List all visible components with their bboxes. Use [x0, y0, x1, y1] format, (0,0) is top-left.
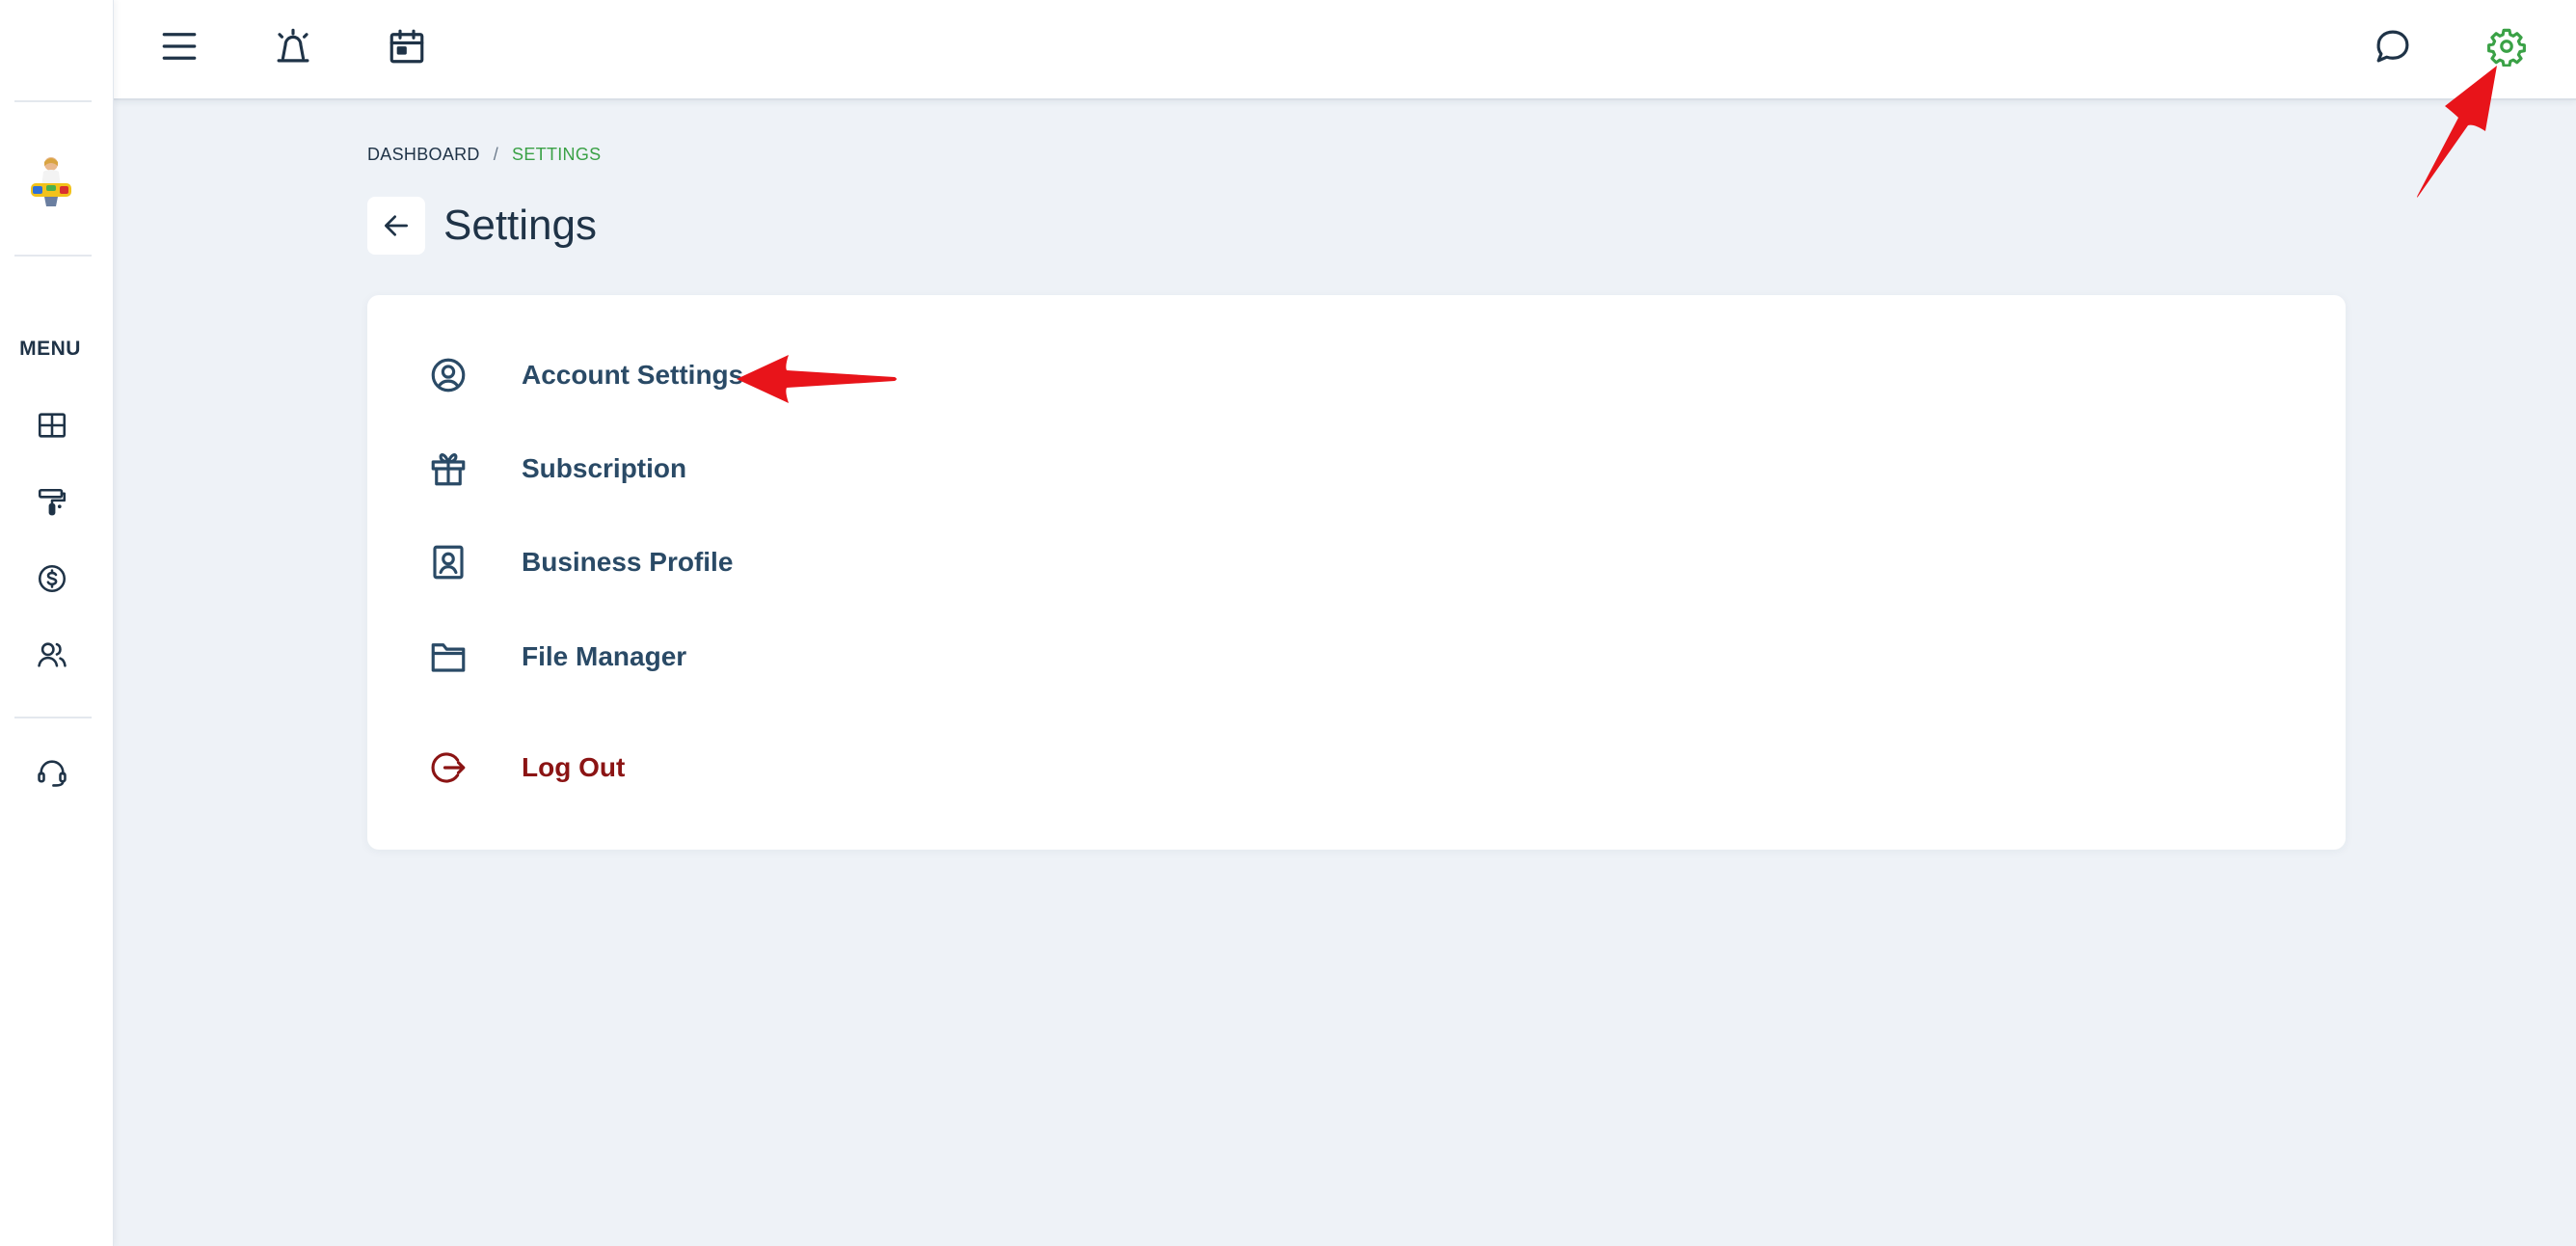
users-icon[interactable]	[33, 636, 71, 674]
business-profile-item[interactable]: Business Profile	[425, 535, 1004, 589]
sidebar: MENU	[0, 0, 114, 1246]
logout-item[interactable]: Log Out	[425, 741, 1004, 795]
logout-label: Log Out	[522, 752, 626, 782]
account-settings-item[interactable]: Account Settings	[425, 348, 1004, 402]
breadcrumb: DASHBOARD / SETTINGS	[367, 145, 601, 165]
sidebar-divider	[14, 100, 92, 102]
page-title: Settings	[443, 202, 597, 249]
breadcrumb-settings: SETTINGS	[512, 145, 602, 164]
dashboard-icon[interactable]	[33, 406, 71, 445]
user-circle-icon	[425, 352, 471, 398]
paint-roller-icon[interactable]	[33, 483, 71, 522]
sidebar-menu-label: MENU	[19, 338, 81, 360]
file-manager-label: File Manager	[522, 641, 687, 671]
back-button[interactable]	[367, 197, 425, 255]
folder-icon	[425, 634, 471, 680]
dollar-circle-icon[interactable]	[33, 559, 71, 598]
subscription-item[interactable]: Subscription	[425, 442, 1004, 496]
headset-icon[interactable]	[33, 753, 71, 792]
account-settings-label: Account Settings	[522, 360, 744, 390]
avatar[interactable]	[27, 154, 75, 208]
breadcrumb-separator: /	[493, 145, 499, 164]
settings-gear-icon[interactable]	[2483, 23, 2530, 69]
arrow-left-icon	[385, 215, 408, 236]
gift-icon	[425, 446, 471, 492]
logout-icon	[425, 745, 471, 791]
business-profile-label: Business Profile	[522, 547, 734, 577]
hamburger-menu-icon[interactable]	[156, 23, 202, 69]
sidebar-divider	[14, 717, 92, 718]
id-badge-icon	[425, 539, 471, 585]
alarm-siren-icon[interactable]	[270, 23, 316, 69]
breadcrumb-dashboard[interactable]: DASHBOARD	[367, 145, 480, 165]
file-manager-item[interactable]: File Manager	[425, 630, 1004, 684]
subscription-label: Subscription	[522, 453, 687, 483]
top-bar	[114, 0, 2576, 100]
sidebar-divider	[14, 255, 92, 257]
calendar-icon[interactable]	[384, 23, 430, 69]
chat-bubble-icon[interactable]	[2370, 23, 2416, 69]
settings-menu-card: Account Settings Subscription Business P…	[367, 295, 2346, 850]
